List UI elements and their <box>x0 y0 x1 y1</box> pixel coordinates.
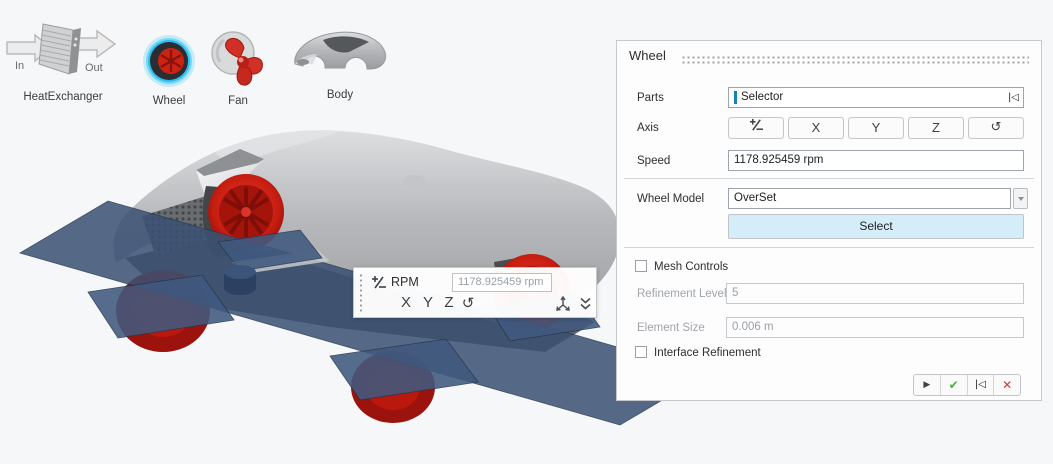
reset-button[interactable]: |◁ <box>967 375 994 395</box>
fan-icon <box>210 30 266 88</box>
axis-y-button[interactable]: Y <box>418 293 438 313</box>
axis-z-button[interactable]: Z <box>908 117 964 139</box>
toolbar-item-heatexchanger[interactable]: In Out HeatExchanger <box>4 12 122 103</box>
toolbar-item-label: Wheel <box>141 95 197 107</box>
rpm-floating-toolbar: RPM 1178.925459 rpm X Y Z ↺ <box>353 267 597 318</box>
panel-title: Wheel <box>629 48 666 63</box>
rpm-label: RPM <box>391 275 419 289</box>
accept-button[interactable]: ✔ <box>940 375 967 395</box>
toolbar-item-label: Body <box>288 89 392 101</box>
mesh-controls-checkbox[interactable] <box>635 260 647 272</box>
speed-input[interactable]: 1178.925459 rpm <box>728 150 1024 171</box>
refinement-level-label: Refinement Level <box>637 288 727 300</box>
plus-minus-icon[interactable] <box>371 275 387 290</box>
element-size-label: Element Size <box>637 322 705 334</box>
close-button[interactable]: ✕ <box>993 375 1020 395</box>
heat-exchanger-icon: In Out <box>5 12 121 84</box>
toolbar-item-wheel[interactable]: Wheel <box>141 34 197 107</box>
chevron-double-down-icon[interactable] <box>578 297 593 311</box>
element-size-input: 0.006 m <box>726 317 1024 338</box>
axis-rotate-button[interactable]: ↺ <box>968 117 1024 139</box>
chevron-down-icon <box>1018 197 1024 201</box>
wheel-model-combobox[interactable]: OverSet <box>728 188 1011 209</box>
select-button[interactable]: Select <box>728 214 1024 239</box>
drag-grip[interactable] <box>359 273 363 314</box>
panel-action-buttons: ▶ ✔ |◁ ✕ <box>913 374 1021 396</box>
axis-triad-icon[interactable] <box>555 296 571 311</box>
parts-label: Parts <box>637 92 664 104</box>
body-icon <box>289 24 391 82</box>
rpm-value-input[interactable]: 1178.925459 rpm <box>452 273 552 292</box>
apply-button[interactable]: ▶ <box>914 375 940 395</box>
toolbar-item-body[interactable]: Body <box>288 24 392 101</box>
rotate-axis-button[interactable]: ↺ <box>458 293 478 313</box>
axis-x-button[interactable]: X <box>396 293 416 313</box>
toolbar-item-fan[interactable]: Fan <box>209 30 267 107</box>
interface-refinement-checkbox[interactable] <box>635 346 647 358</box>
pick-reset-icon[interactable]: |◁ <box>1008 88 1019 107</box>
interface-refinement-label: Interface Refinement <box>654 347 761 359</box>
refinement-level-input: 5 <box>726 283 1024 304</box>
parts-value: Selector <box>741 88 783 107</box>
panel-drag-dots[interactable] <box>681 55 1029 64</box>
axis-x-button[interactable]: X <box>788 117 844 139</box>
wheel-panel: Wheel Parts Selector |◁ Axis X Y Z ↺ Spe… <box>616 40 1042 401</box>
wheel-model-dropdown-button[interactable] <box>1013 188 1028 209</box>
plus-minus-icon <box>749 118 764 132</box>
axis-z-button[interactable]: Z <box>439 293 459 313</box>
separator <box>624 247 1034 248</box>
toolbar-item-label: Fan <box>209 95 267 107</box>
wheel-icon <box>142 34 196 88</box>
speed-label: Speed <box>637 155 670 167</box>
in-label: In <box>15 60 24 72</box>
parts-selector-input[interactable]: Selector |◁ <box>728 87 1024 108</box>
out-label: Out <box>85 62 103 74</box>
probe-cylinder <box>224 265 256 295</box>
toolbar-item-label: HeatExchanger <box>4 91 122 103</box>
wheel-model-label: Wheel Model <box>637 193 704 205</box>
selection-caret <box>734 91 737 104</box>
axis-label: Axis <box>637 122 659 134</box>
separator <box>624 178 1034 179</box>
axis-plus-minus-button[interactable] <box>728 117 784 139</box>
mesh-controls-label: Mesh Controls <box>654 261 728 273</box>
axis-y-button[interactable]: Y <box>848 117 904 139</box>
